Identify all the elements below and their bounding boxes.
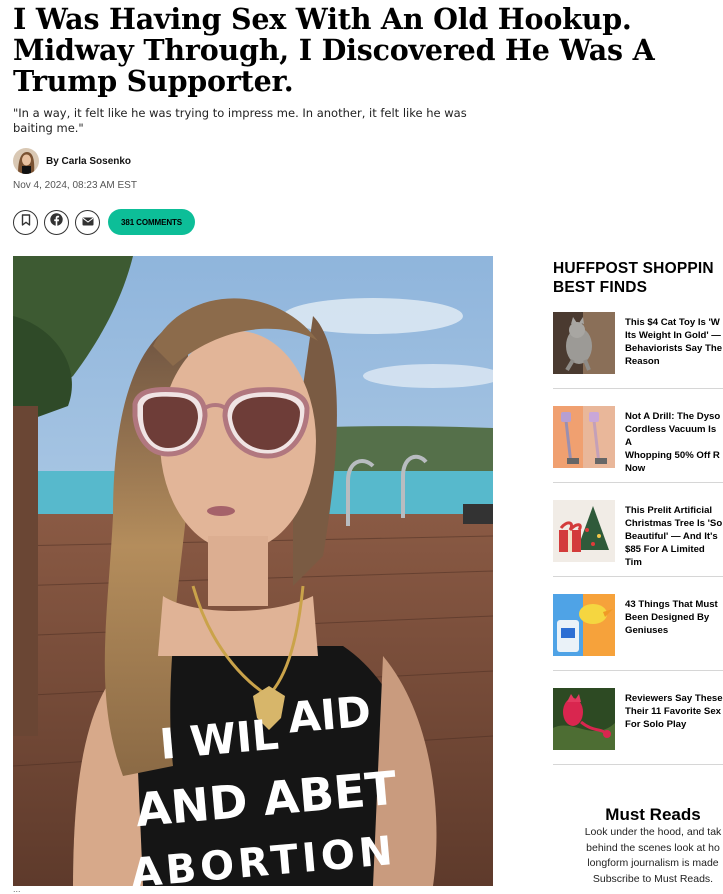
shirt-text-line: I WIL bbox=[158, 710, 281, 769]
shopping-item-title[interactable]: This Prelit Artificial Christmas Tree Is… bbox=[625, 504, 723, 569]
shopping-item[interactable]: Reviewers Say These Their 11 Favorite Se… bbox=[553, 688, 723, 782]
must-reads-line: Look under the hood, and tak bbox=[584, 826, 722, 838]
bookmark-icon bbox=[21, 213, 31, 231]
shirt-text-line: AID bbox=[286, 687, 373, 743]
article-headline: I Was Having Sex With An Old Hookup. Mid… bbox=[13, 4, 713, 97]
headline-line: I Was Having Sex With An Old Hookup. bbox=[13, 2, 632, 36]
shopping-item-title[interactable]: 43 Things That Must Been Designed By Gen… bbox=[625, 598, 718, 637]
shopping-list: This $4 Cat Toy Is 'W Its Weight In Gold… bbox=[553, 312, 723, 782]
comments-button[interactable]: 381 COMMENTS bbox=[108, 209, 196, 235]
email-share-button[interactable] bbox=[75, 209, 100, 235]
email-icon bbox=[82, 213, 94, 231]
hero-image: I WIL AID AND ABET ABORTION bbox=[13, 256, 493, 886]
shopping-item[interactable]: Not A Drill: The Dyso Cordless Vacuum Is… bbox=[553, 406, 723, 500]
shopping-item-title[interactable]: Not A Drill: The Dyso Cordless Vacuum Is… bbox=[625, 410, 723, 475]
shopping-thumbnail[interactable] bbox=[553, 594, 615, 656]
must-reads-subscribe-link[interactable]: Subscribe to Must Reads. bbox=[593, 873, 713, 885]
author-avatar[interactable] bbox=[13, 148, 39, 174]
must-reads-line: behind the scenes look at ho bbox=[586, 841, 720, 854]
shopping-thumbnail[interactable] bbox=[553, 688, 615, 750]
dek-line: baiting me." bbox=[13, 121, 84, 135]
sidebar-title-line: BEST FINDS bbox=[553, 279, 648, 296]
sidebar-title-line: HUFFPOST SHOPPIN bbox=[553, 260, 714, 277]
article-actions: 381 COMMENTS bbox=[13, 209, 196, 235]
bookmark-button[interactable] bbox=[13, 209, 38, 235]
article-dek: "In a way, it felt like he was trying to… bbox=[13, 106, 483, 136]
byline: By Carla Sosenko bbox=[13, 148, 131, 174]
must-reads-line: longform journalism is made bbox=[587, 857, 719, 869]
shopping-item[interactable]: This $4 Cat Toy Is 'W Its Weight In Gold… bbox=[553, 312, 723, 406]
shopping-item-title[interactable]: Reviewers Say These Their 11 Favorite Se… bbox=[625, 692, 723, 731]
shopping-item[interactable]: This Prelit Artificial Christmas Tree Is… bbox=[553, 500, 723, 594]
must-reads-description: Look under the hood, and tak behind the … bbox=[553, 825, 723, 887]
shopping-item-title[interactable]: This $4 Cat Toy Is 'W Its Weight In Gold… bbox=[625, 316, 722, 368]
facebook-icon bbox=[50, 213, 63, 231]
headline-line: Midway Through, I Discovered He Was A bbox=[13, 33, 655, 67]
must-reads-title: Must Reads bbox=[605, 805, 701, 824]
publish-timestamp: Nov 4, 2024, 08:23 AM EST bbox=[13, 180, 137, 191]
shopping-item[interactable]: 43 Things That Must Been Designed By Gen… bbox=[553, 594, 723, 688]
dek-line: "In a way, it felt like he was trying to… bbox=[13, 106, 467, 120]
sidebar-title: HUFFPOST SHOPPIN BEST FINDS bbox=[553, 259, 723, 297]
shopping-thumbnail[interactable] bbox=[553, 406, 615, 468]
headline-line: Trump Supporter. bbox=[13, 64, 294, 98]
author-name[interactable]: By Carla Sosenko bbox=[46, 156, 131, 167]
shopping-thumbnail[interactable] bbox=[553, 500, 615, 562]
facebook-share-button[interactable] bbox=[44, 209, 69, 235]
shopping-thumbnail[interactable] bbox=[553, 312, 615, 374]
